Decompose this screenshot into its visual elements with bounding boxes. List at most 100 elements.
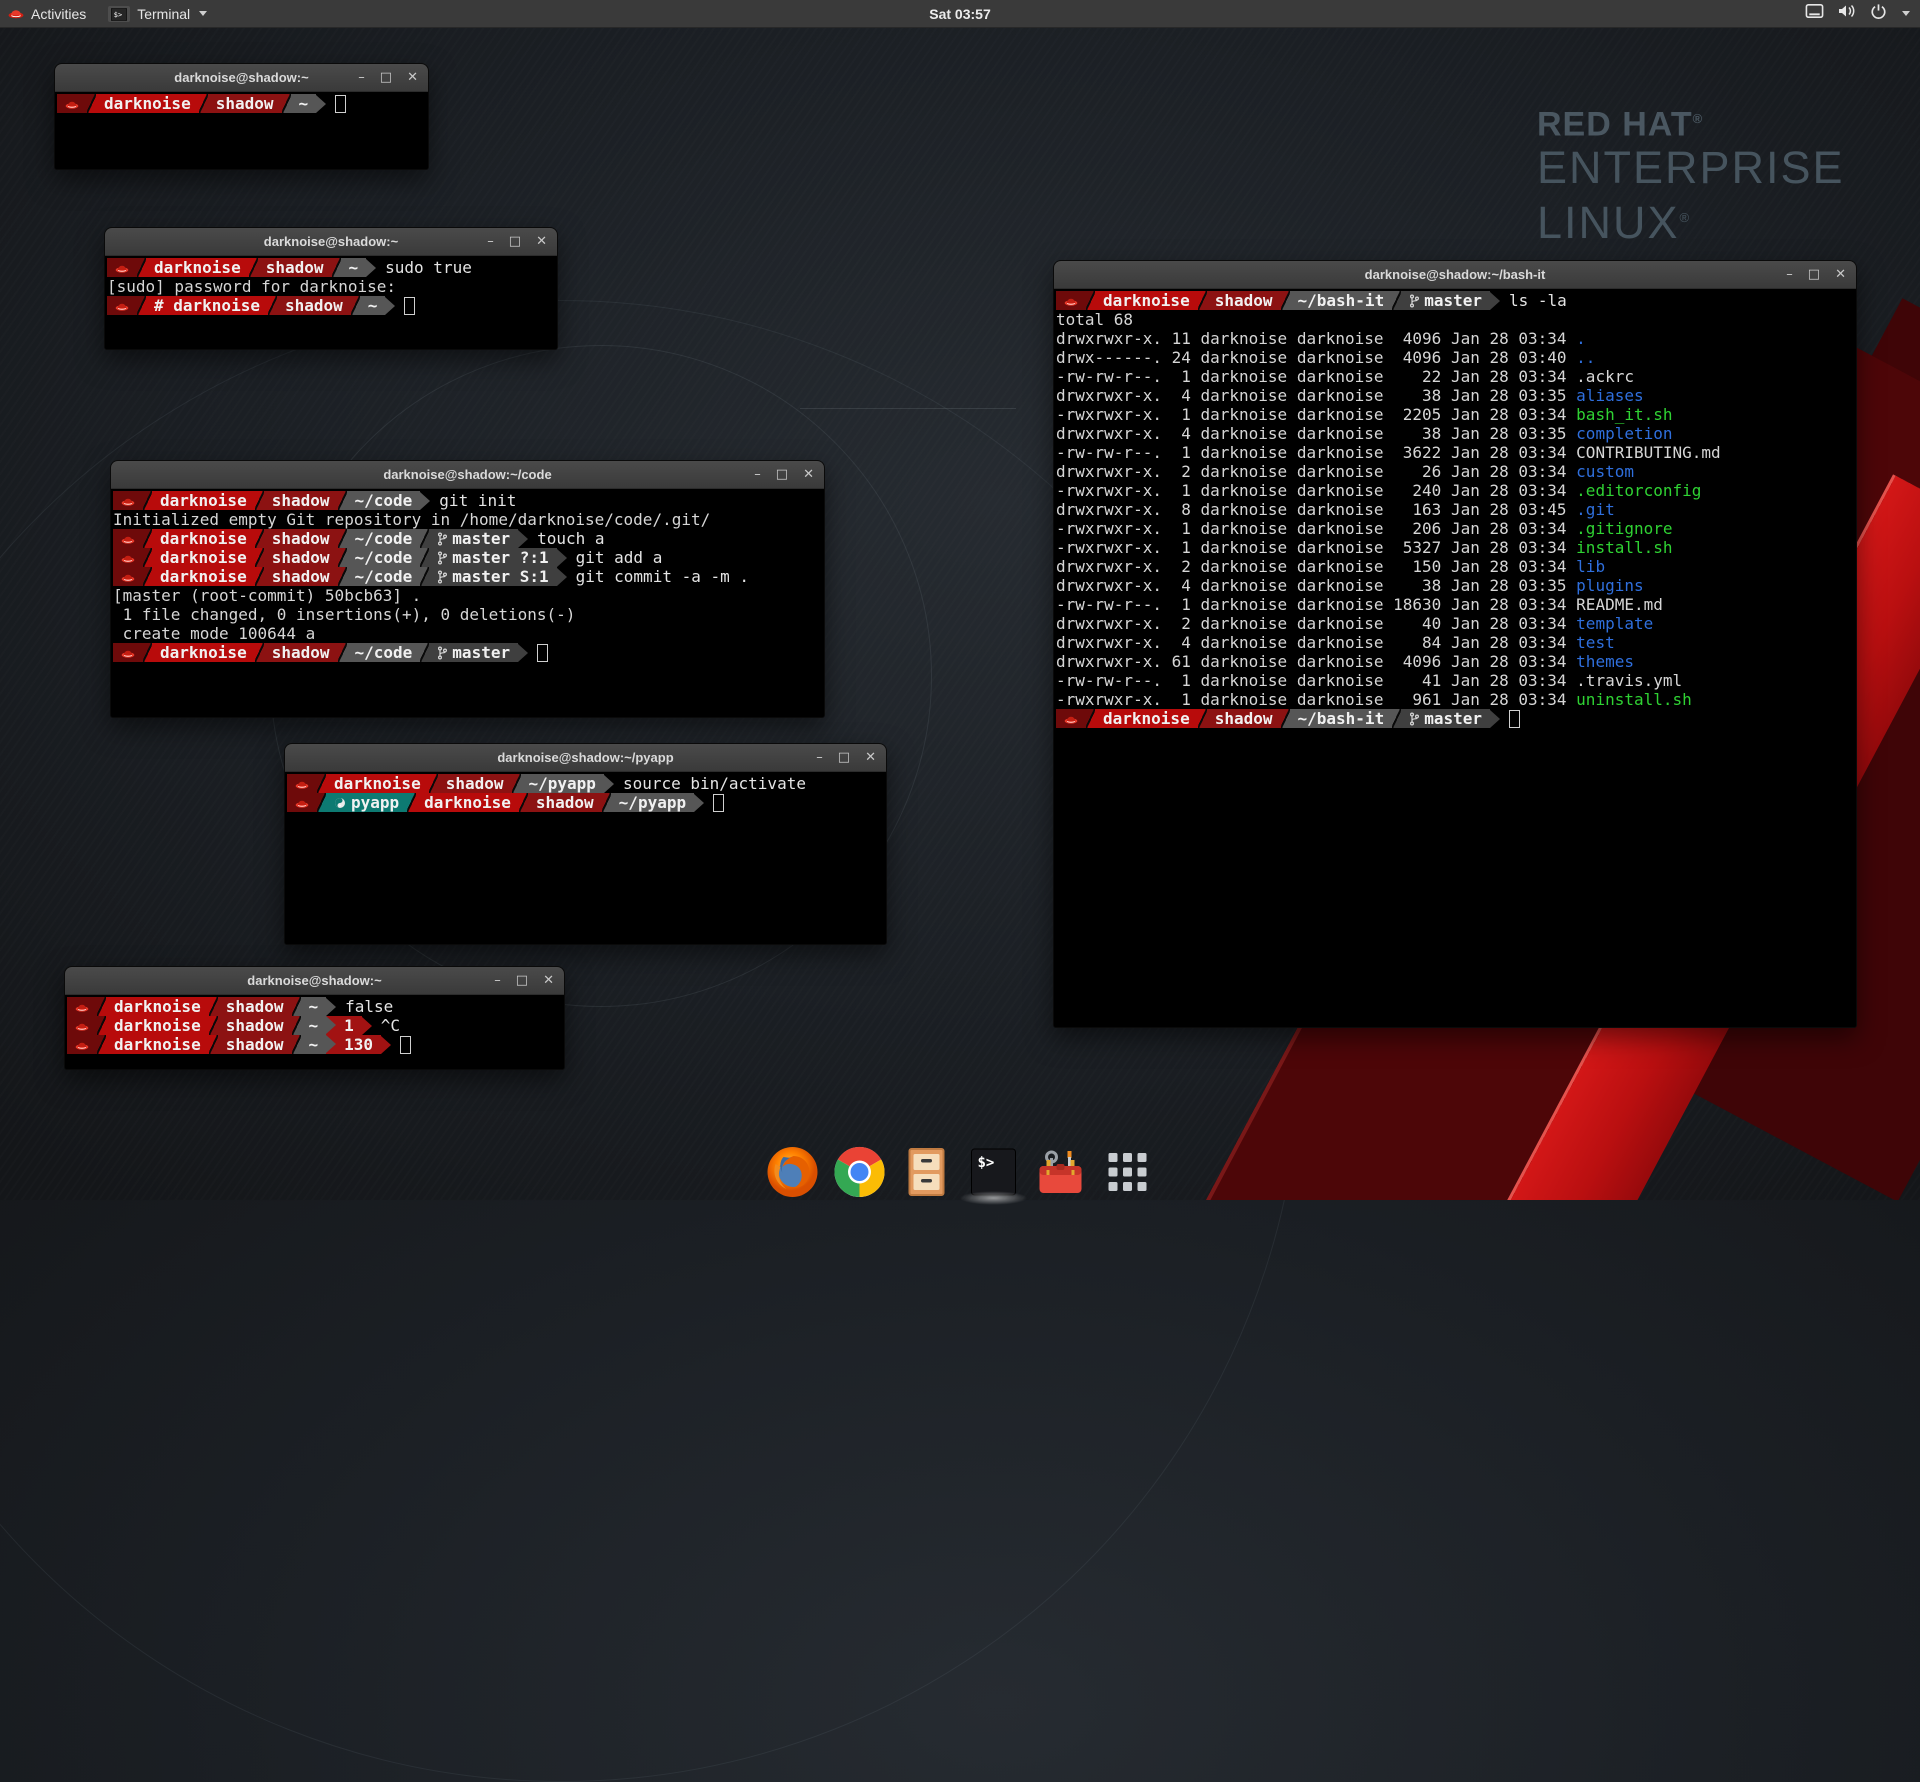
terminal-content[interactable]: darknoiseshadow~/bash-itmasterls -latota… [1054, 289, 1856, 1027]
maximize-button[interactable]: □ [1808, 268, 1820, 281]
hat-icon [121, 552, 135, 563]
hat-icon [121, 533, 135, 544]
display-icon[interactable] [1805, 3, 1824, 24]
titlebar[interactable]: darknoise@shadow:~/code – □ ✕ [111, 461, 824, 489]
titlebar[interactable]: darknoise@shadow:~/pyapp – □ ✕ [285, 744, 886, 772]
prompt-segment: shadow [208, 94, 282, 113]
prompt-segment: shadow [438, 774, 512, 793]
terminal-window-exitcodes[interactable]: darknoise@shadow:~ – □ ✕ darknoiseshadow… [64, 966, 565, 1070]
prompt-end-arrow-icon [1490, 710, 1500, 728]
minimize-button[interactable]: – [816, 751, 823, 764]
prompt-separator-icon [255, 548, 264, 567]
py-icon [334, 797, 346, 809]
terminal-window-bashit[interactable]: darknoise@shadow:~/bash-it – □ ✕ darknoi… [1053, 260, 1857, 1028]
minimize-button[interactable]: – [494, 974, 501, 987]
prompt-end-arrow-icon [366, 259, 376, 277]
prompt-segment: darknoise [106, 997, 209, 1016]
window-title: darknoise@shadow:~/bash-it [1054, 267, 1856, 282]
titlebar[interactable]: darknoise@shadow:~/bash-it – □ ✕ [1054, 261, 1856, 289]
terminal-content[interactable]: darknoiseshadow~/pyappsource bin/activat… [285, 772, 886, 944]
prompt-separator-icon [338, 643, 347, 662]
file-name: template [1576, 614, 1653, 633]
prompt-end-arrow-icon [518, 644, 528, 662]
files-dock-icon[interactable] [901, 1146, 953, 1198]
prompt-segment: darknoise [1095, 709, 1198, 728]
firefox-dock-icon[interactable] [767, 1146, 819, 1198]
output-text: -rwxrwxr-x. 1 darknoise darknoise 206 Ja… [1056, 519, 1576, 538]
close-button[interactable]: ✕ [536, 235, 547, 248]
prompt-separator-icon [292, 1035, 301, 1054]
app-grid-dock-icon[interactable] [1102, 1146, 1154, 1198]
terminal-app-icon: $> [108, 6, 130, 22]
minimize-button[interactable]: – [358, 71, 365, 84]
dock: $> [767, 1146, 1154, 1198]
terminal-content[interactable]: darknoiseshadow~sudo true[sudo] password… [105, 256, 557, 349]
maximize-button[interactable]: □ [838, 751, 850, 764]
command-text: sudo true [385, 258, 472, 277]
maximize-button[interactable]: □ [509, 235, 521, 248]
terminal-window-code[interactable]: darknoise@shadow:~/code – □ ✕ darknoises… [110, 460, 825, 718]
segment-label: ~/bash-it [1298, 709, 1385, 728]
prompt-segment: shadow [1207, 709, 1281, 728]
chrome-dock-icon[interactable] [834, 1146, 886, 1198]
terminal-line: darknoiseshadow~/bash-itmaster [1056, 709, 1856, 728]
toolbox-dock-icon[interactable] [1035, 1146, 1087, 1198]
system-menu-chevron-icon[interactable] [1902, 11, 1910, 16]
titlebar[interactable]: darknoise@shadow:~ – □ ✕ [105, 228, 557, 256]
output-text: drwxrwxr-x. 4 darknoise darknoise 84 Jan… [1056, 633, 1576, 652]
file-name: install.sh [1576, 538, 1672, 557]
output-text: drwxrwxr-x. 8 darknoise darknoise 163 Ja… [1056, 500, 1576, 519]
maximize-button[interactable]: □ [776, 468, 788, 481]
close-button[interactable]: ✕ [543, 974, 554, 987]
clock[interactable]: Sat 03:57 [0, 6, 1920, 22]
prompt-segment: ~/bash-it [1290, 709, 1393, 728]
close-button[interactable]: ✕ [865, 751, 876, 764]
output-text: drwxrwxr-x. 2 darknoise darknoise 150 Ja… [1056, 557, 1576, 576]
prompt-separator-icon [143, 529, 152, 548]
hat-icon [115, 262, 129, 273]
close-button[interactable]: ✕ [1835, 268, 1846, 281]
segment-label: # darknoise [154, 296, 260, 315]
terminal-line: Initialized empty Git repository in /hom… [113, 510, 824, 529]
file-name: README.md [1576, 595, 1663, 614]
close-button[interactable]: ✕ [803, 468, 814, 481]
terminal-line: drwxrwxr-x. 4 darknoise darknoise 38 Jan… [1056, 424, 1856, 443]
app-menu-terminal[interactable]: $> Terminal [98, 0, 217, 27]
titlebar[interactable]: darknoise@shadow:~ – □ ✕ [55, 64, 428, 92]
close-button[interactable]: ✕ [407, 71, 418, 84]
terminal-line: total 68 [1056, 310, 1856, 329]
terminal-cursor [400, 1036, 411, 1054]
output-text: [master (root-commit) 50bcb63] . [113, 586, 421, 605]
terminal-dock-icon[interactable]: $> [968, 1146, 1020, 1198]
power-icon[interactable] [1870, 3, 1887, 25]
minimize-button[interactable]: – [487, 235, 494, 248]
segment-label: darknoise [1103, 291, 1190, 310]
output-text: drwxrwxr-x. 11 darknoise darknoise 4096 … [1056, 329, 1576, 348]
terminal-line: darknoiseshadow~/codemaster [113, 643, 824, 662]
terminal-line: darknoiseshadow~/pyappsource bin/activat… [287, 774, 886, 793]
prompt-separator-icon [137, 258, 146, 277]
prompt-separator-icon [292, 997, 301, 1016]
terminal-window-sudo[interactable]: darknoise@shadow:~ – □ ✕ darknoiseshadow… [104, 227, 558, 350]
terminal-line: pyappdarknoiseshadow~/pyapp [287, 793, 886, 812]
volume-icon[interactable] [1837, 3, 1857, 24]
minimize-button[interactable]: – [1786, 268, 1793, 281]
output-text: total 68 [1056, 310, 1133, 329]
prompt-segment: ~/bash-it [1290, 291, 1393, 310]
maximize-button[interactable]: □ [516, 974, 528, 987]
prompt-separator-icon [338, 548, 347, 567]
terminal-line: darknoiseshadow~/codemaster S:1git commi… [113, 567, 824, 586]
activities-button[interactable]: Activities [0, 0, 98, 27]
terminal-window-home-1[interactable]: darknoise@shadow:~ – □ ✕ darknoiseshadow… [54, 63, 429, 170]
terminal-window-pyapp[interactable]: darknoise@shadow:~/pyapp – □ ✕ darknoise… [284, 743, 887, 945]
minimize-button[interactable]: – [754, 468, 761, 481]
terminal-content[interactable]: darknoiseshadow~/codegit initInitialized… [111, 489, 824, 717]
maximize-button[interactable]: □ [380, 71, 392, 84]
prompt-separator-icon [1281, 291, 1290, 310]
prompt-separator-icon [249, 258, 258, 277]
terminal-content[interactable]: darknoiseshadow~ [55, 92, 428, 169]
segment-label: ~/pyapp [619, 793, 686, 812]
output-text: 1 file changed, 0 insertions(+), 0 delet… [113, 605, 575, 624]
titlebar[interactable]: darknoise@shadow:~ – □ ✕ [65, 967, 564, 995]
terminal-content[interactable]: darknoiseshadow~falsedarknoiseshadow~1^C… [65, 995, 564, 1069]
